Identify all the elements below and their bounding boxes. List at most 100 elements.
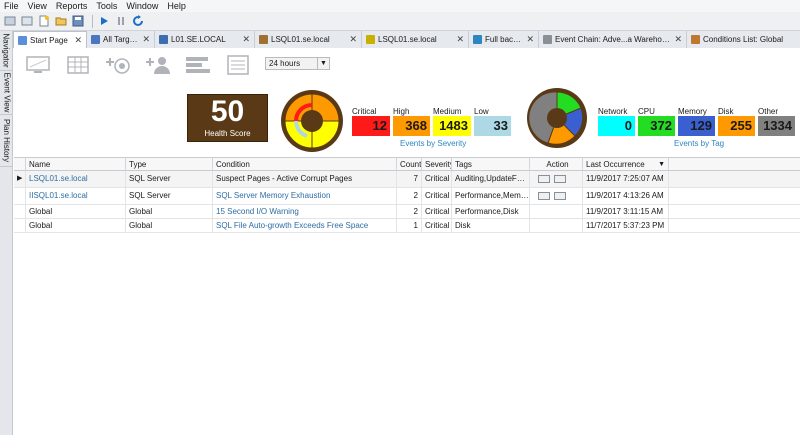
toolbar: [0, 12, 800, 31]
menu-tools[interactable]: Tools: [96, 1, 117, 11]
close-icon[interactable]: ✕: [74, 35, 82, 46]
side-tab-event-view[interactable]: Event View: [0, 71, 13, 115]
tab-lsql01-target[interactable]: LSQL01.se.local ✕: [362, 31, 469, 48]
tag-cpu[interactable]: CPU 372: [638, 107, 675, 136]
cell-last-occurrence: 11/7/2017 5:37:23 PM: [583, 219, 669, 232]
close-icon[interactable]: ✕: [526, 34, 534, 45]
table-row[interactable]: Global Global 15 Second I/O Warning 2 Cr…: [14, 205, 800, 219]
sql-icon: [259, 35, 268, 44]
cell-condition[interactable]: SQL Server Memory Exhaustion: [213, 188, 397, 204]
close-icon[interactable]: ✕: [349, 34, 357, 45]
row-indicator: [14, 205, 26, 218]
column-header-name[interactable]: Name: [26, 158, 126, 170]
tab-conditions-list[interactable]: Conditions List: Global: [687, 31, 800, 48]
health-score-tile[interactable]: 50 Health Score: [187, 94, 268, 142]
cell-tags: Performance,Disk: [452, 205, 530, 218]
column-header-condition[interactable]: Condition: [213, 158, 397, 170]
close-icon[interactable]: ✕: [456, 34, 464, 45]
severity-count: 12: [352, 116, 390, 136]
menu-window[interactable]: Window: [126, 1, 158, 11]
cell-condition[interactable]: SQL File Auto-growth Exceeds Free Space: [213, 219, 397, 232]
side-tab-plan-history[interactable]: Plan History: [0, 115, 13, 167]
run-icon[interactable]: [97, 14, 111, 28]
column-header-action[interactable]: Action: [530, 158, 583, 170]
grid-action-icon[interactable]: [538, 191, 550, 200]
tag-count: 372: [638, 116, 675, 136]
cell-name: Global: [26, 219, 126, 232]
new-file-icon[interactable]: [37, 14, 51, 28]
menu-view[interactable]: View: [28, 1, 47, 11]
severity-low[interactable]: Low 33: [474, 107, 511, 136]
close-icon[interactable]: ✕: [142, 34, 150, 45]
close-icon[interactable]: ✕: [242, 34, 250, 45]
severity-medium[interactable]: Medium 1483: [433, 107, 471, 136]
window-action-icon[interactable]: [554, 174, 566, 183]
cell-name: Global: [26, 205, 126, 218]
tag-memory[interactable]: Memory 129: [678, 107, 715, 136]
close-icon[interactable]: ✕: [674, 34, 682, 45]
time-range-select[interactable]: 24 hours ▼: [265, 57, 330, 70]
cell-name[interactable]: IISQL01.se.local: [26, 188, 126, 204]
table-row[interactable]: Global Global SQL File Auto-growth Excee…: [14, 219, 800, 233]
save-icon[interactable]: [71, 14, 85, 28]
monitor-icon[interactable]: [22, 54, 54, 76]
cell-action: [530, 171, 583, 187]
menu-reports[interactable]: Reports: [56, 1, 88, 11]
tab-all-targets[interactable]: All Targets ✕: [87, 31, 155, 48]
menu-help[interactable]: Help: [167, 1, 186, 11]
column-header-type[interactable]: Type: [126, 158, 213, 170]
cell-tags: Auditing,UpdateForP...: [452, 171, 530, 187]
table-row[interactable]: ▶ LSQL01.se.local SQL Server Suspect Pag…: [14, 171, 800, 188]
tab-lsql01-server[interactable]: LSQL01.se.local ✕: [255, 31, 362, 48]
report-icon[interactable]: [222, 54, 254, 76]
pause-icon[interactable]: [114, 14, 128, 28]
table-row[interactable]: IISQL01.se.local SQL Server SQL Server M…: [14, 188, 800, 205]
tag-caption: Events by Tag: [674, 139, 725, 148]
window-action-icon[interactable]: [554, 191, 566, 200]
severity-donut-chart[interactable]: [279, 88, 345, 154]
severity-caption: Events by Severity: [400, 139, 467, 148]
tab-l01-se-local[interactable]: L01.SE.LOCAL ✕: [155, 31, 255, 48]
grid-view-icon[interactable]: [62, 54, 94, 76]
cell-type: SQL Server: [126, 188, 213, 204]
back-icon[interactable]: [3, 14, 17, 28]
cell-type: Global: [126, 219, 213, 232]
chevron-down-icon[interactable]: ▼: [317, 58, 329, 69]
open-folder-icon[interactable]: [54, 14, 68, 28]
tag-label: Other: [758, 107, 779, 116]
cell-severity: Critical: [422, 205, 452, 218]
side-tab-navigator[interactable]: Navigator: [0, 31, 13, 71]
tab-label: All Targets: [103, 35, 140, 44]
menu-bar: File View Reports Tools Window Help: [0, 0, 800, 12]
severity-high[interactable]: High 368: [393, 107, 430, 136]
tab-label: Full backups: [485, 35, 523, 44]
column-header-severity[interactable]: Severity: [422, 158, 452, 170]
forward-icon[interactable]: [20, 14, 34, 28]
add-target-icon[interactable]: [102, 54, 134, 76]
tag-other[interactable]: Other 1334: [758, 107, 795, 136]
tab-full-backups[interactable]: Full backups ✕: [469, 31, 539, 48]
grid-action-icon[interactable]: [538, 174, 550, 183]
cell-condition[interactable]: 15 Second I/O Warning: [213, 205, 397, 218]
tag-network[interactable]: Network 0: [598, 107, 635, 136]
column-header-label: Last Occurrence: [586, 160, 645, 169]
tag-disk[interactable]: Disk 255: [718, 107, 755, 136]
refresh-icon[interactable]: [131, 14, 145, 28]
column-header-count[interactable]: Count: [397, 158, 422, 170]
cell-type: Global: [126, 205, 213, 218]
column-header-last-occurrence[interactable]: Last Occurrence ▼: [583, 158, 669, 170]
tag-donut-chart[interactable]: [526, 87, 588, 149]
menu-file[interactable]: File: [4, 1, 19, 11]
bars-icon[interactable]: [182, 54, 214, 76]
cell-name[interactable]: LSQL01.se.local: [26, 171, 126, 187]
severity-counts: Critical 12 High 368 Medium 1483 Low 33: [352, 107, 514, 136]
row-indicator: [14, 188, 26, 204]
tab-label: Conditions List: Global: [703, 35, 784, 44]
cell-last-occurrence: 11/9/2017 7:25:07 AM: [583, 171, 669, 187]
cell-type: SQL Server: [126, 171, 213, 187]
column-header-tags[interactable]: Tags: [452, 158, 530, 170]
severity-critical[interactable]: Critical 12: [352, 107, 390, 136]
tab-event-chain[interactable]: Event Chain: Adve...a Warehouse Build ✕: [539, 31, 687, 48]
tab-start-page[interactable]: Start Page ✕: [13, 31, 87, 48]
add-user-icon[interactable]: [142, 54, 174, 76]
